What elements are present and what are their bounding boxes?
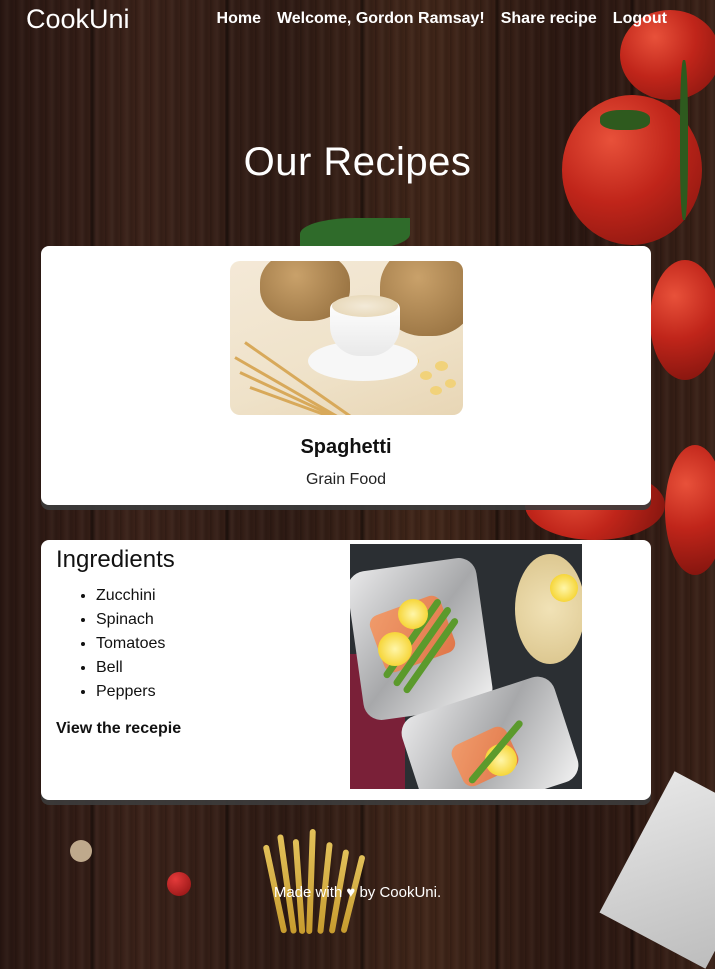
footer-text: Made with ♥ by CookUni. <box>273 884 442 901</box>
nav-welcome-link[interactable]: Welcome, Gordon Ramsay! <box>277 10 485 28</box>
main-nav: Home Welcome, Gordon Ramsay! Share recip… <box>217 10 667 28</box>
recipe-name: Spaghetti <box>300 436 392 458</box>
ingredients-list: Zucchini Spinach Tomatoes Bell Peppers <box>56 584 165 704</box>
ingredient-item: Zucchini <box>96 584 165 608</box>
nav-share-recipe-link[interactable]: Share recipe <box>501 10 597 28</box>
page-title: Our Recipes <box>243 140 472 184</box>
ingredient-item: Peppers <box>96 680 165 704</box>
ingredient-item: Spinach <box>96 608 165 632</box>
ingredients-heading: Ingredients <box>56 546 175 573</box>
nav-home-link[interactable]: Home <box>217 10 261 28</box>
ingredients-card: Ingredients Zucchini Spinach Tomatoes Be… <box>41 540 651 800</box>
top-navbar: CookUni Home Welcome, Gordon Ramsay! Sha… <box>0 0 715 44</box>
nav-logout-link[interactable]: Logout <box>613 10 667 28</box>
ingredient-item: Tomatoes <box>96 632 165 656</box>
ingredient-item: Bell <box>96 656 165 680</box>
brand-logo[interactable]: CookUni <box>26 4 130 35</box>
recipe-card[interactable]: Spaghetti Grain Food <box>41 246 651 505</box>
dish-image <box>350 544 582 789</box>
view-recipe-link[interactable]: View the recepie <box>56 720 181 738</box>
recipe-image[interactable] <box>230 261 463 415</box>
recipe-category: Grain Food <box>305 471 387 488</box>
